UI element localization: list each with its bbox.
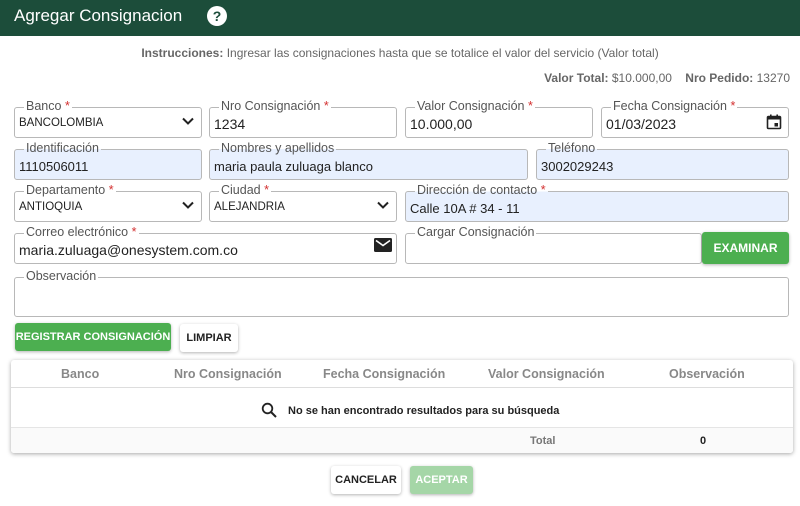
table-header: Banco Nro Consignación Fecha Consignació… [11,360,793,388]
nombres-field[interactable]: Nombres y apellidos maria paula zuluaga … [209,141,528,180]
direccion-field[interactable]: Dirección de contacto * Calle 10A # 34 -… [405,183,789,222]
departamento-select[interactable]: Departamento * ANTIOQUIA [14,183,202,222]
banco-value: BANCOLOMBIA [19,117,104,129]
examinar-button[interactable]: EXAMINAR [702,232,789,264]
calendar-icon[interactable] [766,114,782,130]
chevron-down-icon [377,201,389,209]
ciudad-label: Ciudad [221,183,261,197]
dialog-title: Agregar Consignacion [14,6,183,25]
nombres-label: Nombres y apellidos [219,141,337,156]
cargar-consignacion-field[interactable]: Cargar Consignación [405,225,702,264]
correo-label: Correo electrónico [26,225,129,239]
telefono-value: 3002029243 [541,159,614,174]
total-value: 0 [700,435,707,447]
banco-select[interactable]: Banco * BANCOLOMBIA [14,99,202,138]
direccion-value: Calle 10A # 34 - 11 [410,201,520,216]
valor-consignacion-field[interactable]: Valor Consignación * 10.000,00 [405,99,593,138]
departamento-label: Departamento [26,183,106,197]
valor-consignacion-value: 10.000,00 [410,116,473,132]
required-mark: * [527,99,533,113]
chevron-down-icon [182,201,194,209]
aceptar-button[interactable]: ACEPTAR [410,466,473,494]
totals-summary: Valor Total: $10.000,00 Nro Pedido: 1327… [544,71,790,85]
telefono-label: Teléfono [546,141,598,156]
instructions-label: Instrucciones: [141,46,224,60]
required-mark: * [64,99,70,113]
nro-consignacion-field[interactable]: Nro Consignación * 1234 [209,99,397,138]
instructions: Instrucciones: Ingresar las consignacion… [0,46,800,60]
column-header-valor-consignacion[interactable]: Valor Consignación [488,367,605,381]
chevron-down-icon [182,117,194,125]
dialog-header: Agregar Consignacion ? [0,0,800,36]
column-header-observacion[interactable]: Observación [669,367,745,381]
nro-pedido-value: 13270 [756,71,790,85]
direccion-label: Dirección de contacto [417,183,538,197]
nombres-value: maria paula zuluaga blanco [214,159,373,174]
cargar-consignacion-label: Cargar Consignación [415,225,537,240]
correo-field[interactable]: Correo electrónico * maria.zuluaga@onesy… [14,225,397,264]
required-mark: * [131,225,137,239]
help-icon[interactable]: ? [207,6,227,26]
total-label: Total [530,435,556,447]
ciudad-value: ALEJANDRIA [214,201,285,213]
registrar-consignacion-button[interactable]: REGISTRAR CONSIGNACIÓN [15,323,171,351]
required-mark: * [540,183,546,197]
email-icon [374,238,392,252]
identificacion-label: Identificación [24,141,101,156]
search-icon [261,402,277,418]
nro-consignacion-value: 1234 [214,116,246,132]
required-mark: * [730,99,736,113]
column-header-banco[interactable]: Banco [61,367,99,381]
correo-value: maria.zuluaga@onesystem.com.co [19,242,238,258]
table-footer: Total 0 [11,427,793,453]
observacion-field[interactable]: Observación [14,269,789,317]
nro-consignacion-label: Nro Consignación [221,99,321,113]
fecha-consignacion-label: Fecha Consignación [613,99,727,113]
required-mark: * [108,183,114,197]
fecha-consignacion-value: 01/03/2023 [606,116,677,132]
limpiar-button[interactable]: LIMPIAR [180,324,238,352]
banco-label: Banco [26,99,62,113]
instructions-text: Ingresar las consignaciones hasta que se… [226,46,659,60]
cancelar-button[interactable]: CANCELAR [331,466,401,494]
column-header-fecha-consignacion[interactable]: Fecha Consignación [323,367,445,381]
observacion-label: Observación [24,269,99,284]
fecha-consignacion-field[interactable]: Fecha Consignación * 01/03/2023 [601,99,789,138]
identificacion-value: 1110506011 [19,159,89,174]
identificacion-field[interactable]: Identificación 1110506011 [14,141,202,180]
nro-pedido-label: Nro Pedido: [685,71,754,85]
empty-state: No se han encontrado resultados para su … [11,402,793,420]
ciudad-select[interactable]: Ciudad * ALEJANDRIA [209,183,397,222]
column-header-nro-consignacion[interactable]: Nro Consignación [174,367,282,381]
telefono-field[interactable]: Teléfono 3002029243 [536,141,789,180]
required-mark: * [323,99,329,113]
empty-message: No se han encontrado resultados para su … [288,405,560,417]
valor-total-label: Valor Total: [544,71,609,85]
departamento-value: ANTIOQUIA [19,201,83,213]
valor-total-value: $10.000,00 [611,71,672,85]
required-mark: * [264,183,269,197]
consignaciones-table: Banco Nro Consignación Fecha Consignació… [11,360,793,453]
valor-consignacion-label: Valor Consignación [417,99,525,113]
